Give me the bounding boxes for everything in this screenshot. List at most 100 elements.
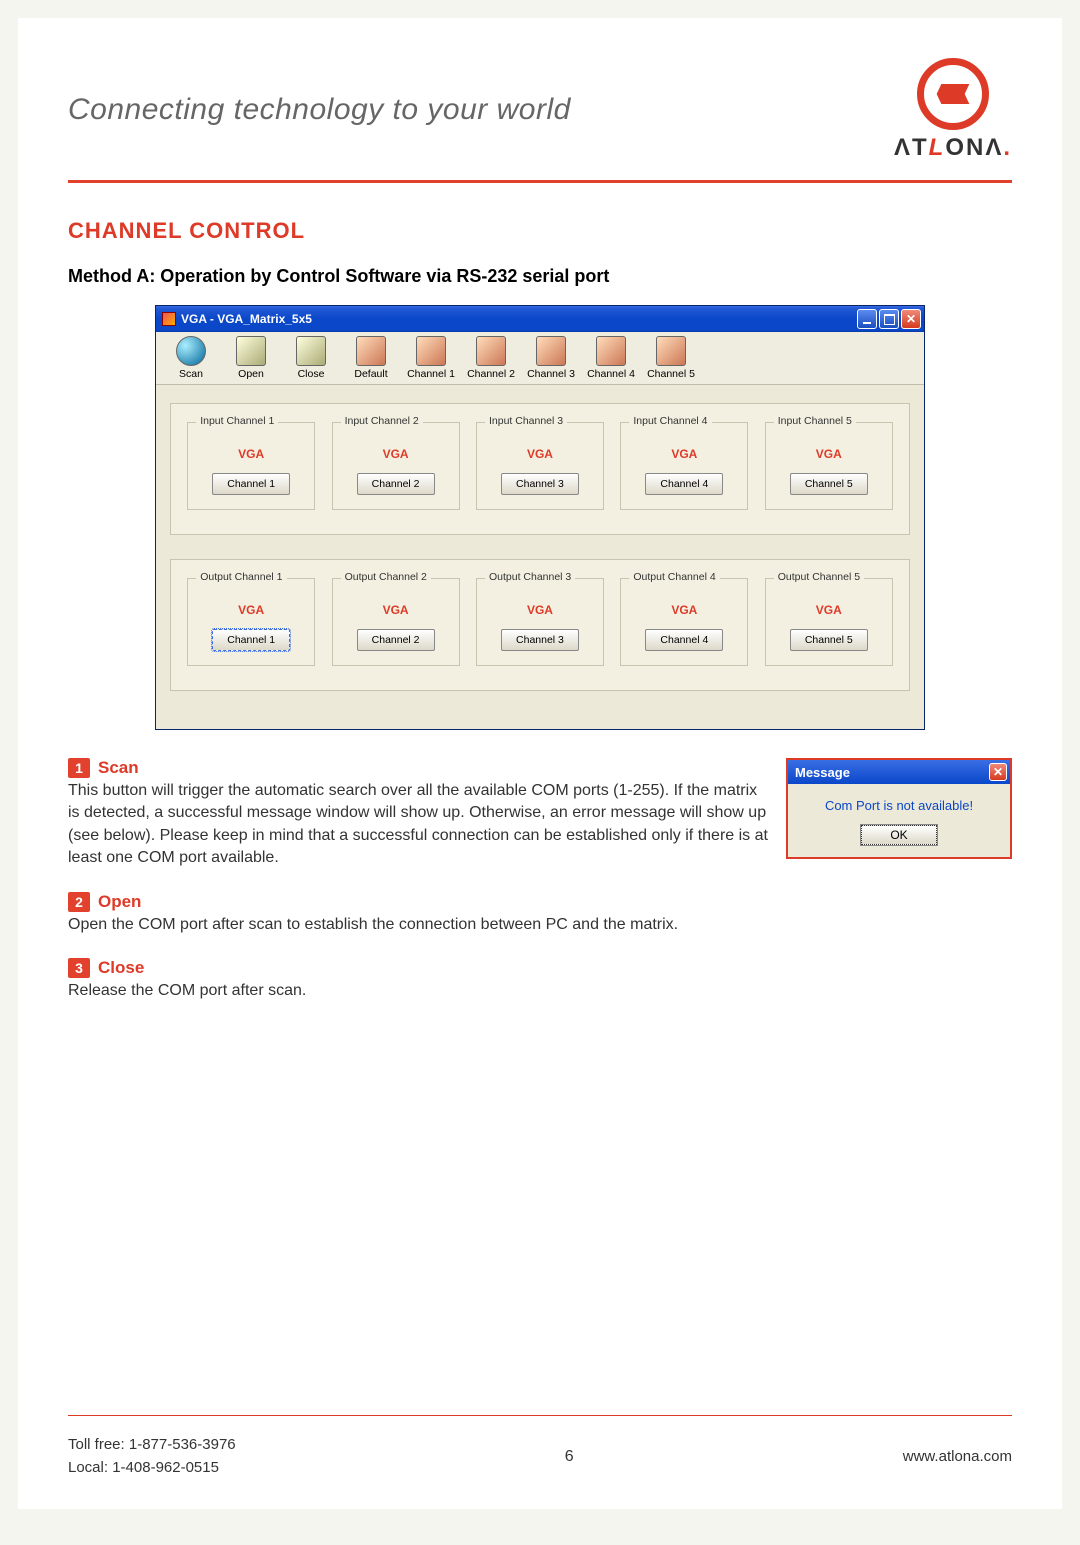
output-panel: Output Channel 1 VGA Channel 1 Output Chan…	[170, 559, 910, 691]
output-channel-4: Output Channel 4VGAChannel 4	[620, 578, 748, 666]
channel-button[interactable]: Channel 3	[501, 629, 579, 651]
toolbar-channel-3[interactable]: Channel 3	[522, 336, 580, 380]
toolbar-label: Default	[342, 368, 400, 380]
window-controls	[857, 309, 921, 329]
channel-icon	[416, 336, 446, 366]
message-text: Com Port is not available!	[798, 798, 1000, 813]
close-icon	[296, 336, 326, 366]
title-bar: VGA - VGA_Matrix_5x5	[156, 306, 924, 332]
signal-type: VGA	[626, 603, 742, 617]
input-panel: Input Channel 1VGAChannel 1 Input Channe…	[170, 403, 910, 535]
feature-1-row: 1 Scan This button will trigger the auto…	[68, 758, 1012, 870]
contact-phones: Toll free: 1-877-536-3976 Local: 1-408-9…	[68, 1434, 236, 1479]
channel-icon	[536, 336, 566, 366]
signal-type: VGA	[338, 447, 454, 461]
page: Connecting technology to your world ΛTLO…	[18, 18, 1062, 1509]
channel-button[interactable]: Channel 5	[790, 629, 868, 651]
group-legend: Input Channel 2	[341, 415, 423, 427]
input-channel-5: Input Channel 5VGAChannel 5	[765, 422, 893, 510]
maximize-button[interactable]	[879, 309, 899, 329]
toolbar-label: Scan	[162, 368, 220, 380]
num-badge-1: 1	[68, 758, 90, 778]
toolbar-channel-5[interactable]: Channel 5	[642, 336, 700, 380]
toolbar-scan[interactable]: Scan	[162, 336, 220, 380]
ok-button[interactable]: OK	[861, 825, 936, 845]
feature-3-row: 3 Close Release the COM port after scan.	[68, 958, 1012, 1002]
group-legend: Output Channel 4	[629, 571, 719, 583]
signal-type: VGA	[771, 447, 887, 461]
feature-body-scan: This button will trigger the automatic s…	[68, 780, 770, 870]
group-legend: Output Channel 1	[196, 571, 286, 583]
num-badge-2: 2	[68, 892, 90, 912]
close-button[interactable]	[901, 309, 921, 329]
group-legend: Input Channel 1	[196, 415, 278, 427]
input-channel-2: Input Channel 2VGAChannel 2	[332, 422, 460, 510]
scan-icon	[176, 336, 206, 366]
message-title-bar: Message	[788, 760, 1010, 784]
message-close-button[interactable]	[989, 763, 1007, 781]
page-header: Connecting technology to your world ΛTLO…	[68, 58, 1012, 183]
signal-type: VGA	[482, 603, 598, 617]
page-number: 6	[565, 1448, 574, 1466]
channel-button[interactable]: Channel 1	[212, 629, 290, 651]
toolbar-label: Channel 3	[522, 368, 580, 380]
toolbar-label: Close	[282, 368, 340, 380]
channel-button[interactable]: Channel 5	[790, 473, 868, 495]
app-icon	[162, 312, 176, 326]
output-channel-1: Output Channel 1VGAChannel 1	[187, 578, 315, 666]
message-body: Com Port is not available! OK	[788, 784, 1010, 857]
channel-icon	[476, 336, 506, 366]
toolbar-label: Channel 1	[402, 368, 460, 380]
brand-logo: ΛTLONΛ.	[894, 58, 1012, 162]
group-legend: Output Channel 5	[774, 571, 864, 583]
input-channel-3: Input Channel 3VGAChannel 3	[476, 422, 604, 510]
feature-2-row: 2 Open Open the COM port after scan to e…	[68, 892, 1012, 936]
num-badge-3: 3	[68, 958, 90, 978]
feature-title-scan: Scan	[98, 758, 139, 778]
output-channel-3: Output Channel 3VGAChannel 3	[476, 578, 604, 666]
signal-type: VGA	[338, 603, 454, 617]
feature-title-open: Open	[98, 892, 141, 912]
toolbar-default[interactable]: Default	[342, 336, 400, 380]
signal-type: VGA	[193, 603, 309, 617]
group-legend: Input Channel 5	[774, 415, 856, 427]
signal-type: VGA	[771, 603, 887, 617]
page-footer: Toll free: 1-877-536-3976 Local: 1-408-9…	[68, 1415, 1012, 1479]
input-channel-1: Input Channel 1VGAChannel 1	[187, 422, 315, 510]
feature-body-close: Release the COM port after scan.	[68, 980, 828, 1002]
group-legend: Output Channel 3	[485, 571, 575, 583]
channel-button[interactable]: Channel 3	[501, 473, 579, 495]
feature-title-close: Close	[98, 958, 144, 978]
toolbar-channel-1[interactable]: Channel 1	[402, 336, 460, 380]
channel-button[interactable]: Channel 4	[645, 473, 723, 495]
toll-free-label: Toll free:	[68, 1436, 125, 1453]
method-a-heading: Method A: Operation by Control Software …	[68, 266, 1012, 287]
window-title: VGA - VGA_Matrix_5x5	[181, 312, 312, 326]
toolbar-close[interactable]: Close	[282, 336, 340, 380]
open-icon	[236, 336, 266, 366]
channel-button[interactable]: Channel 2	[357, 473, 435, 495]
group-legend: Input Channel 4	[629, 415, 711, 427]
toolbar-label: Channel 4	[582, 368, 640, 380]
toolbar-label: Channel 5	[642, 368, 700, 380]
channel-button[interactable]: Channel 2	[357, 629, 435, 651]
toolbar-channel-4[interactable]: Channel 4	[582, 336, 640, 380]
app-window: VGA - VGA_Matrix_5x5 Scan Open Close Def…	[155, 305, 925, 730]
channel-icon	[656, 336, 686, 366]
panel-area: Input Channel 1VGAChannel 1 Input Channe…	[156, 385, 924, 729]
default-icon	[356, 336, 386, 366]
toolbar-label: Channel 2	[462, 368, 520, 380]
minimize-button[interactable]	[857, 309, 877, 329]
group-legend: Input Channel 3	[485, 415, 567, 427]
toolbar-open[interactable]: Open	[222, 336, 280, 380]
tagline: Connecting technology to your world	[68, 93, 571, 127]
channel-button[interactable]: Channel 1	[212, 473, 290, 495]
signal-type: VGA	[626, 447, 742, 461]
local-label: Local:	[68, 1459, 108, 1476]
channel-button[interactable]: Channel 4	[645, 629, 723, 651]
signal-type: VGA	[482, 447, 598, 461]
toolbar-channel-2[interactable]: Channel 2	[462, 336, 520, 380]
toolbar: Scan Open Close Default Channel 1 Channe…	[156, 332, 924, 385]
input-channel-4: Input Channel 4VGAChannel 4	[620, 422, 748, 510]
logo-icon	[917, 58, 989, 130]
